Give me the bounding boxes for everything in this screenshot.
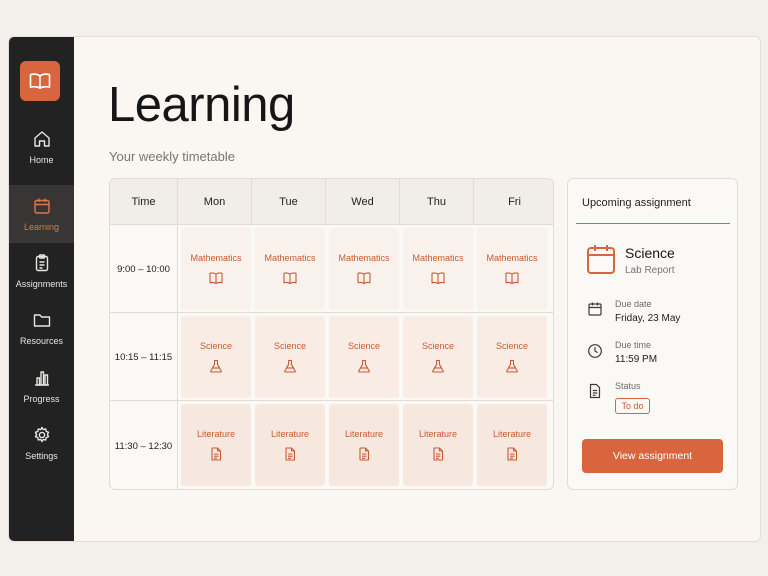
- document-icon: [507, 447, 518, 461]
- class-subject-label: Mathematics: [264, 253, 316, 263]
- status-label: Status: [615, 381, 641, 391]
- row-divider: [110, 312, 553, 313]
- open-book-icon: [29, 73, 51, 89]
- class-subject-label: Science: [199, 341, 233, 351]
- book-icon: [431, 272, 445, 285]
- sidebar-item-label: Assignments: [15, 279, 68, 289]
- book-icon: [283, 272, 297, 285]
- class-cell-mon-2[interactable]: Science: [181, 316, 251, 398]
- sidebar-item-home[interactable]: Home: [9, 118, 74, 176]
- sidebar: Home Learning Assignments Resources Prog…: [9, 37, 74, 541]
- class-subject-label: Literature: [270, 429, 310, 439]
- flask-icon: [210, 359, 222, 373]
- class-cell-fri-3[interactable]: Literature: [477, 404, 547, 486]
- class-cell-tue-1[interactable]: Mathematics: [255, 228, 325, 310]
- assignment-subject: Science: [625, 245, 675, 261]
- day-header-fri: Fri: [508, 196, 521, 208]
- document-icon: [589, 383, 601, 399]
- class-subject-label: Science: [273, 341, 307, 351]
- day-header-wed: Wed: [326, 179, 400, 225]
- page-title: Learning: [108, 78, 295, 132]
- document-icon: [433, 447, 444, 461]
- class-cell-mon-3[interactable]: Literature: [181, 404, 251, 486]
- class-cell-wed-3[interactable]: Literature: [329, 404, 399, 486]
- class-subject-label: Literature: [492, 429, 532, 439]
- sidebar-item-label: Progress: [23, 394, 60, 404]
- folder-icon: [33, 314, 50, 327]
- class-cell-thu-1[interactable]: Mathematics: [403, 228, 473, 310]
- due-time-value: 11:59 PM: [615, 354, 658, 365]
- view-assignment-button[interactable]: View assignment: [582, 439, 723, 473]
- class-subject-label: Mathematics: [190, 253, 242, 263]
- day-header-thu: Thu: [400, 179, 474, 225]
- sidebar-item-label: Home: [29, 155, 54, 165]
- page-subtitle: Your weekly timetable: [109, 149, 235, 164]
- due-date-value: Friday, 23 May: [615, 313, 681, 324]
- clipboard-icon: [35, 254, 48, 272]
- time-slot-1: 9:00 – 10:00: [110, 225, 178, 313]
- bar-chart-icon: [34, 371, 49, 386]
- class-cell-thu-2[interactable]: Science: [403, 316, 473, 398]
- app-window: Home Learning Assignments Resources Prog…: [8, 36, 761, 542]
- sidebar-item-learning[interactable]: Learning: [9, 185, 74, 243]
- sidebar-item-assignments[interactable]: Assignments: [9, 242, 74, 300]
- timetable-header-row: Time Mon Tue Wed Thu Fri: [110, 179, 553, 225]
- calendar-icon: [33, 198, 50, 214]
- document-icon: [359, 447, 370, 461]
- time-slot-3: 11:30 – 12:30: [110, 401, 178, 489]
- calendar-icon: [587, 245, 615, 274]
- class-subject-label: Science: [495, 341, 529, 351]
- panel-title: Upcoming assignment: [582, 197, 691, 209]
- class-subject-label: Mathematics: [412, 253, 464, 263]
- status-badge: To do: [615, 398, 650, 414]
- clock-icon: [588, 344, 602, 358]
- document-icon: [211, 447, 222, 461]
- class-cell-wed-1[interactable]: Mathematics: [329, 228, 399, 310]
- class-subject-label: Science: [347, 341, 381, 351]
- flask-icon: [358, 359, 370, 373]
- class-cell-fri-1[interactable]: Mathematics: [477, 228, 547, 310]
- class-subject-label: Literature: [196, 429, 236, 439]
- home-icon: [33, 131, 50, 147]
- class-cell-fri-2[interactable]: Science: [477, 316, 547, 398]
- logo: [20, 61, 60, 101]
- class-subject-label: Mathematics: [338, 253, 390, 263]
- sidebar-item-label: Settings: [25, 451, 58, 461]
- class-subject-label: Literature: [418, 429, 458, 439]
- row-divider: [110, 400, 553, 401]
- day-header-tue: Tue: [252, 179, 326, 225]
- class-subject-label: Mathematics: [486, 253, 538, 263]
- sidebar-item-label: Resources: [19, 336, 64, 346]
- sidebar-item-label: Learning: [23, 222, 60, 232]
- book-icon: [209, 272, 223, 285]
- flask-icon: [284, 359, 296, 373]
- assignment-type: Lab Report: [625, 265, 675, 276]
- class-cell-wed-2[interactable]: Science: [329, 316, 399, 398]
- upcoming-assignment-panel: Upcoming assignment Science Lab Report D…: [567, 178, 738, 490]
- calendar-icon: [588, 302, 602, 316]
- panel-divider: [576, 223, 730, 224]
- class-cell-mon-1[interactable]: Mathematics: [181, 228, 251, 310]
- day-header-mon: Mon: [178, 179, 252, 225]
- flask-icon: [506, 359, 518, 373]
- weekly-timetable: Time Mon Tue Wed Thu Fri 9:00 – 10:00 10…: [109, 178, 554, 490]
- book-icon: [357, 272, 371, 285]
- class-cell-thu-3[interactable]: Literature: [403, 404, 473, 486]
- class-subject-label: Literature: [344, 429, 384, 439]
- class-cell-tue-3[interactable]: Literature: [255, 404, 325, 486]
- time-column-header: Time: [110, 179, 178, 225]
- gear-icon: [34, 426, 49, 443]
- sidebar-item-settings[interactable]: Settings: [9, 414, 74, 472]
- book-icon: [505, 272, 519, 285]
- due-time-label: Due time: [615, 340, 652, 350]
- time-slot-2: 10:15 – 11:15: [110, 313, 178, 401]
- flask-icon: [432, 359, 444, 373]
- document-icon: [285, 447, 296, 461]
- due-date-label: Due date: [615, 299, 652, 309]
- sidebar-item-progress[interactable]: Progress: [9, 357, 74, 415]
- class-subject-label: Science: [421, 341, 455, 351]
- sidebar-item-resources[interactable]: Resources: [9, 299, 74, 357]
- class-cell-tue-2[interactable]: Science: [255, 316, 325, 398]
